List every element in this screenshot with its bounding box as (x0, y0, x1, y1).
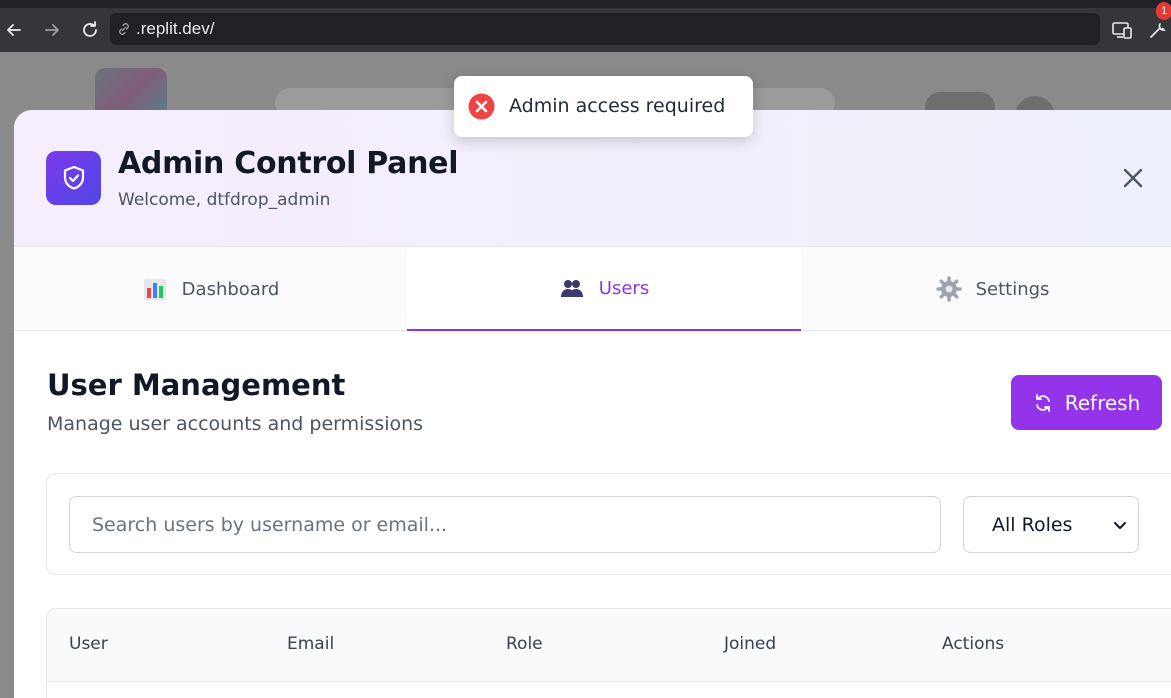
back-button[interactable] (0, 16, 28, 44)
toast-message: Admin access required (509, 95, 726, 117)
error-toast: Admin access required (454, 76, 753, 137)
tab-users[interactable]: Users (407, 247, 801, 331)
forward-arrow-icon (45, 24, 59, 36)
address-bar[interactable]: .replit.dev/ (110, 13, 1100, 45)
window-top-strip (0, 0, 1171, 8)
role-filter-select[interactable]: All Roles (963, 496, 1139, 553)
column-header-user: User (69, 634, 108, 654)
tab-settings[interactable]: Settings (801, 247, 1171, 331)
welcome-text: Welcome, dtfdrop_admin (118, 190, 331, 210)
extension-badge: 1 (1156, 2, 1171, 20)
reload-button[interactable] (76, 16, 104, 44)
user-search-input[interactable] (69, 496, 941, 553)
chevron-down-icon (1114, 522, 1126, 529)
shield-badge (46, 151, 101, 205)
gear-icon (935, 276, 962, 302)
column-header-actions: Actions (942, 634, 1005, 654)
refresh-icon (1035, 393, 1050, 412)
refresh-label: Refresh (1064, 390, 1141, 415)
tab-dashboard[interactable]: Dashboard (14, 247, 407, 331)
users-icon (560, 280, 583, 297)
extension-wrench-icon[interactable] (1146, 18, 1170, 42)
close-button[interactable] (1120, 165, 1146, 191)
column-header-joined: Joined (724, 634, 777, 654)
back-arrow-icon (7, 24, 21, 36)
tab-dashboard-label: Dashboard (181, 278, 280, 300)
table-header: User Email Role Joined Actions (47, 609, 1171, 682)
refresh-button[interactable]: Refresh (1011, 375, 1162, 430)
error-circle-icon (468, 93, 495, 120)
users-table: User Email Role Joined Actions (46, 608, 1171, 698)
section-title: User Management (47, 368, 346, 402)
link-icon (119, 23, 129, 35)
reload-icon (83, 21, 97, 37)
browser-toolbar: .replit.dev/ (0, 8, 1171, 52)
column-header-email: Email (287, 634, 335, 654)
close-icon (1123, 168, 1143, 188)
bar-chart-icon (143, 279, 166, 300)
url-text: .replit.dev/ (136, 19, 215, 38)
tab-users-label: Users (598, 277, 650, 299)
section-subtitle: Manage user accounts and permissions (47, 413, 424, 435)
device-toolbar-icon[interactable] (1110, 18, 1134, 42)
admin-modal: Admin Control Panel Welcome, dtfdrop_adm… (14, 110, 1171, 698)
shield-check-icon (63, 165, 84, 190)
tab-bar: Dashboard Users Settings (14, 247, 1171, 331)
tab-settings-label: Settings (975, 278, 1050, 300)
forward-button[interactable] (38, 16, 66, 44)
role-filter-value: All Roles (992, 513, 1073, 536)
column-header-role: Role (506, 634, 543, 654)
filter-card: All Roles (46, 473, 1171, 575)
modal-title: Admin Control Panel (118, 146, 459, 181)
